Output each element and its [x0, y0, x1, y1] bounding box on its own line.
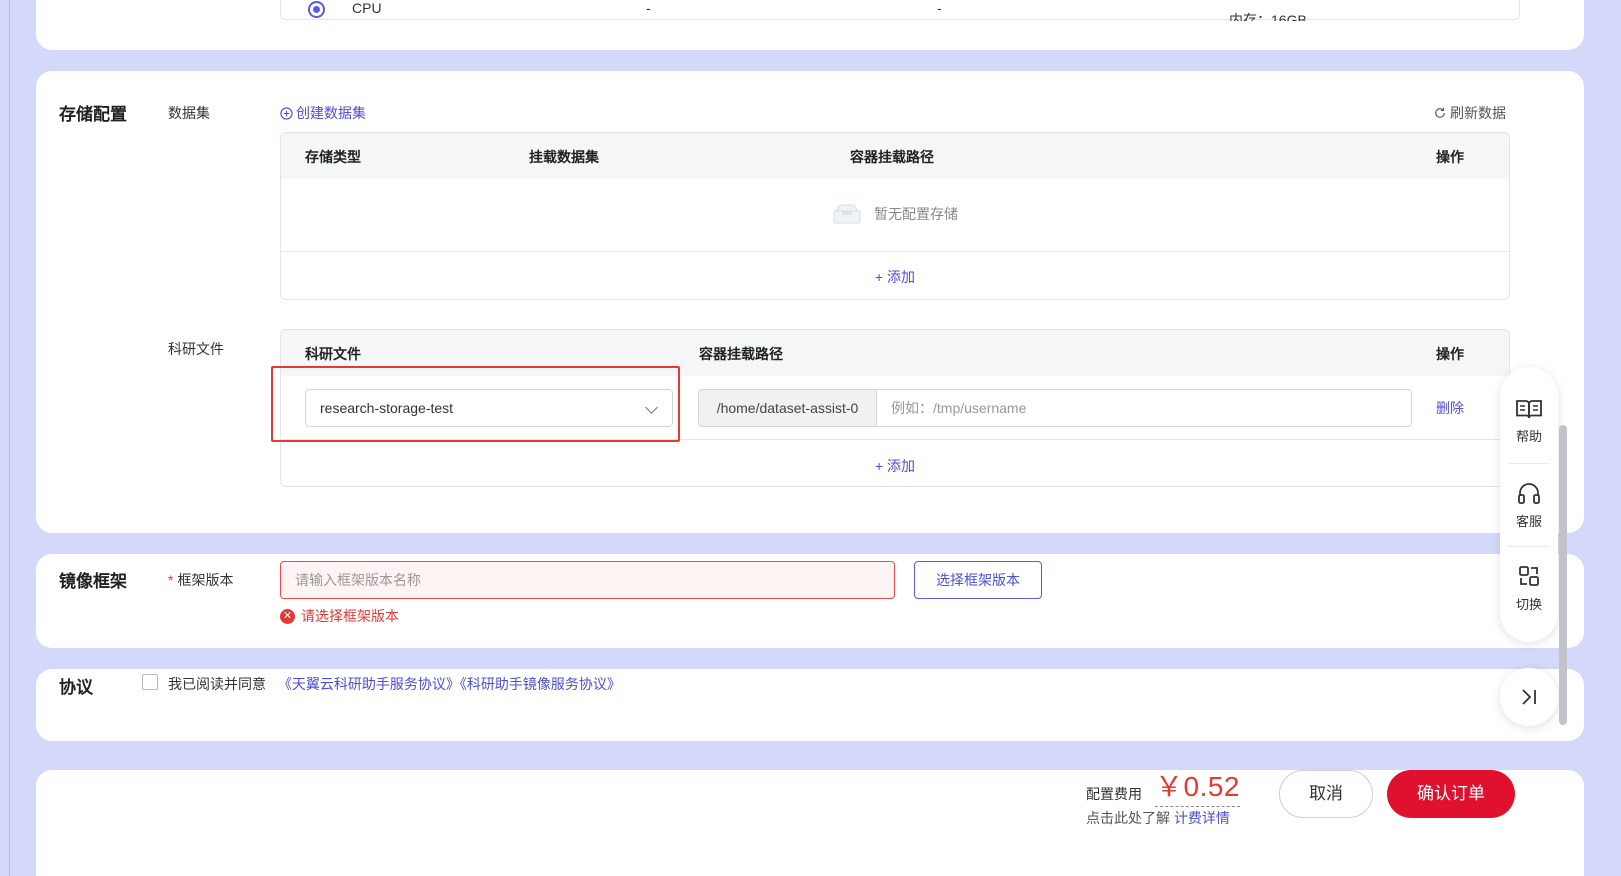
page-scrollbar[interactable] [1559, 425, 1567, 725]
col-mounted-dataset: 挂载数据集 [529, 149, 599, 165]
resource-radio[interactable] [308, 1, 325, 18]
fee-note: 点击此处了解 计费详情 [1086, 808, 1230, 828]
dataset-add-button[interactable]: + 添加 [281, 267, 1509, 287]
collapse-panel-button[interactable] [1500, 668, 1558, 726]
resource-col-dash-2: - [937, 0, 942, 16]
dataset-table-divider [281, 251, 1509, 252]
refresh-icon [1435, 107, 1445, 118]
dataset-label: 数据集 [168, 105, 210, 121]
resource-spec-memory: 内存：16GB [1229, 12, 1307, 21]
switch-button[interactable]: 切换 [1500, 564, 1558, 613]
refresh-data-text: 刷新数据 [1450, 105, 1506, 121]
container-path-input-group: /home/dataset-assist-0 [698, 389, 1412, 427]
agreement-read-text: 我已阅读并同意 [168, 676, 266, 692]
fee-label: 配置费用 [1086, 786, 1142, 802]
framework-version-input[interactable] [280, 561, 895, 599]
empty-box-icon [833, 204, 861, 224]
highlight-annotation-frame [271, 366, 680, 442]
switch-label: 切换 [1515, 597, 1542, 612]
required-mark: * [168, 572, 174, 588]
dataset-table-header: 存储类型 挂载数据集 容器挂载路径 操作 [281, 133, 1509, 179]
customer-service-label: 客服 [1515, 514, 1542, 529]
image-service-agreement-link[interactable]: 《科研助手镜像服务协议》 [460, 676, 621, 692]
agreement-section-title: 协议 [59, 678, 93, 697]
resource-col-dash-1: - [646, 0, 651, 16]
col-research-action: 操作 [1436, 346, 1464, 362]
error-x-icon: ✕ [280, 608, 295, 624]
agreement-text: 我已阅读并同意 《天翼云科研助手服务协议》《科研助手镜像服务协议》 [168, 674, 621, 694]
service-agreement-link[interactable]: 《天翼云科研助手服务协议》 [278, 676, 460, 692]
create-dataset-text: 创建数据集 [296, 105, 366, 121]
floating-side-panel: 帮助 客服 切换 [1500, 367, 1558, 642]
fee-note-text: 点击此处了解 [1086, 810, 1170, 826]
research-add-button[interactable]: + 添加 [281, 456, 1509, 476]
col-storage-type: 存储类型 [305, 149, 361, 165]
billing-details-link[interactable]: 计费详情 [1174, 810, 1230, 826]
resource-name: CPU [352, 0, 382, 16]
panel-separator [1508, 546, 1550, 547]
customer-service-button[interactable]: 客服 [1500, 481, 1558, 530]
plus-circle-icon [280, 106, 293, 120]
cancel-button[interactable]: 取消 [1279, 770, 1373, 818]
agreement-checkbox[interactable] [142, 674, 158, 690]
resource-card: CPU - - 内存：16GB [36, 0, 1584, 50]
framework-version-label-text: 框架版本 [177, 572, 234, 588]
create-dataset-link[interactable]: 创建数据集 [280, 103, 366, 123]
col-container-path: 容器挂载路径 [850, 149, 934, 165]
page-left-border [9, 0, 10, 876]
collapse-right-icon [1522, 689, 1536, 705]
image-section-title: 镜像框架 [59, 572, 127, 591]
container-path-input[interactable] [877, 390, 1411, 426]
storage-section-title: 存储配置 [59, 105, 127, 124]
resource-row[interactable] [280, 0, 1520, 20]
framework-error-message: ✕ 请选择框架版本 [280, 606, 399, 626]
col-research-file: 科研文件 [305, 346, 361, 362]
col-research-container-path: 容器挂载路径 [699, 346, 783, 362]
book-icon [1516, 400, 1542, 419]
headset-icon [1518, 483, 1540, 504]
help-button[interactable]: 帮助 [1500, 398, 1558, 445]
switch-icon [1519, 566, 1539, 586]
dataset-table: 存储类型 挂载数据集 容器挂载路径 操作 暂无配置存储 + 添加 [280, 132, 1510, 300]
fee-value: ￥0.52 [1155, 765, 1240, 807]
empty-state-text: 暂无配置存储 [874, 206, 958, 222]
confirm-order-button[interactable]: 确认订单 [1387, 770, 1515, 818]
framework-version-label: * 框架版本 [168, 570, 233, 590]
col-action: 操作 [1436, 149, 1464, 165]
delete-research-file-link[interactable]: 删除 [1436, 398, 1464, 418]
framework-error-text: 请选择框架版本 [301, 608, 399, 624]
refresh-data-button[interactable]: 刷新数据 [1434, 103, 1506, 123]
empty-state: 暂无配置存储 [281, 203, 1509, 225]
path-prefix: /home/dataset-assist-0 [699, 390, 877, 426]
research-files-label: 科研文件 [168, 341, 224, 357]
help-label: 帮助 [1515, 429, 1542, 444]
select-framework-version-button[interactable]: 选择框架版本 [914, 561, 1042, 599]
panel-separator [1508, 463, 1550, 464]
